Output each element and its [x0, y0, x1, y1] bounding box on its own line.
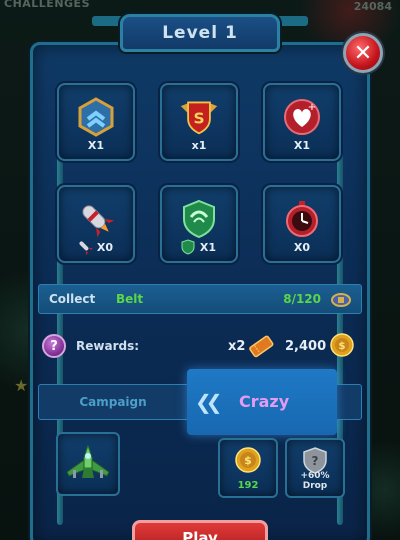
bonus-drop-value: +60% Drop — [300, 471, 330, 491]
difficulty-selector: Campaign ❮❮ Crazy — [38, 369, 362, 435]
heart-heal-icon: + — [282, 97, 322, 137]
coin-icon: $ — [330, 333, 354, 357]
level-title-tab: Level 1 — [120, 14, 280, 52]
svg-text:$: $ — [244, 454, 252, 467]
difficulty-crazy-label: Crazy — [239, 392, 290, 411]
bonus-drop-slot: ? +60% Drop — [285, 438, 345, 498]
green-shield-icon — [179, 199, 219, 239]
ship-select-slot[interactable] — [56, 432, 120, 496]
item-count: X1 — [293, 139, 311, 152]
shield-s-badge-icon: S — [179, 97, 219, 137]
svg-text:S: S — [193, 109, 204, 127]
svg-text:$: $ — [339, 341, 346, 352]
collect-label: Collect — [49, 292, 96, 306]
double-chevron-left-icon: ❮❮ — [195, 390, 222, 414]
missile-icon — [76, 199, 116, 239]
close-button[interactable]: ✕ — [343, 33, 383, 73]
item-count: X0 — [96, 241, 114, 254]
svg-text:?: ? — [312, 454, 319, 468]
item-count: x1 — [191, 139, 207, 152]
item-count: X1 — [87, 139, 105, 152]
item-slot-missile[interactable]: X0 — [57, 185, 135, 263]
rank-chevron-icon — [76, 97, 116, 137]
challenges-background-label: CHALLENGES — [4, 0, 90, 10]
collect-progress: 8/120 — [283, 292, 321, 306]
item-slot-heart[interactable]: + X1 — [263, 83, 341, 161]
stopwatch-icon — [282, 199, 322, 239]
ticket-icon — [249, 335, 274, 358]
rewards-help-button[interactable]: ? — [42, 334, 66, 358]
coin-icon: $ — [235, 447, 261, 473]
belt-icon — [331, 293, 351, 307]
question-icon: ? — [50, 338, 58, 354]
collect-row: Collect Belt 8/120 — [38, 284, 362, 314]
difficulty-crazy-tab[interactable]: ❮❮ Crazy — [187, 369, 337, 435]
level-title: Level 1 — [162, 23, 238, 43]
collect-item-name: Belt — [116, 292, 144, 306]
item-slot-green-shield[interactable]: X1 — [160, 185, 238, 263]
background-star-icon: ★ — [14, 376, 29, 395]
bonus-coins-value: 192 — [237, 480, 259, 491]
rewards-label: Rewards: — [76, 339, 140, 353]
close-x-icon: ✕ — [353, 40, 373, 66]
item-slot-shield-badge[interactable]: S x1 — [160, 83, 238, 161]
armor-drop-icon: ? — [303, 447, 327, 474]
bonus-coins-slot: $ 192 — [218, 438, 278, 498]
item-slot-stopwatch[interactable]: X0 — [263, 185, 341, 263]
item-count: X0 — [293, 241, 311, 254]
difficulty-campaign-tab[interactable]: Campaign — [39, 385, 187, 419]
spaceship-icon — [66, 444, 110, 478]
play-button[interactable]: Play — [132, 520, 268, 540]
item-slot-rank[interactable]: X1 — [57, 83, 135, 161]
svg-text:+: + — [308, 102, 316, 113]
background-score: 24084 — [353, 0, 392, 13]
reward-multiplier: x2 — [228, 339, 246, 354]
item-count: X1 — [199, 241, 217, 254]
reward-coins: 2,400 — [285, 339, 327, 354]
